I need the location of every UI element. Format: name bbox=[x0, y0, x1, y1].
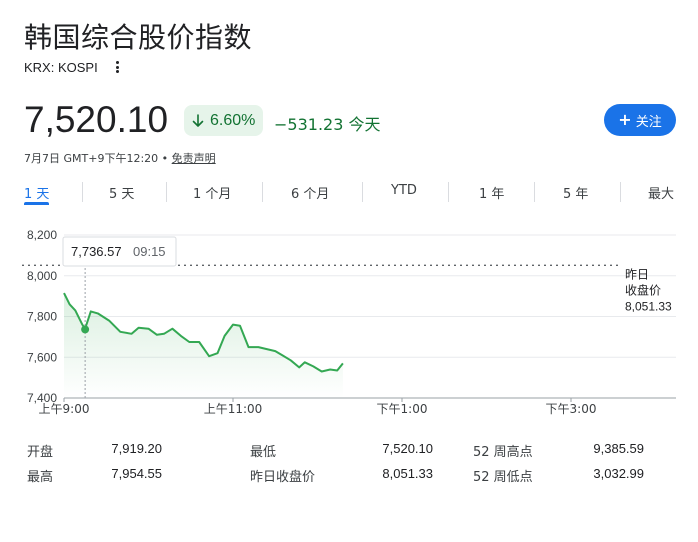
tab-divider bbox=[362, 182, 363, 202]
stat-value: 8,051.33 bbox=[382, 466, 433, 481]
tab-1d[interactable]: 1 天 bbox=[24, 183, 49, 202]
current-price: 7,520.10 bbox=[24, 99, 169, 140]
stat-52w-low: 52 周低点 3,032.99 bbox=[473, 466, 644, 486]
stat-value: 7,520.10 bbox=[382, 441, 433, 456]
range-tabs: 1 天 5 天 1 个月 6 个月 YTD 1 年 5 年 最大 bbox=[24, 180, 678, 208]
stat-value: 7,954.55 bbox=[111, 466, 162, 481]
ticker-symbol: KRX: KOSPI bbox=[24, 59, 98, 75]
hover-point bbox=[81, 325, 90, 334]
stat-open: 开盘 7,919.20 bbox=[27, 441, 162, 461]
stat-52w-high: 52 周高点 9,385.59 bbox=[473, 441, 644, 461]
tab-divider bbox=[448, 182, 449, 202]
previous-close-label: 昨日 bbox=[625, 267, 649, 281]
x-tick-label: 上午11:00 bbox=[204, 402, 263, 416]
series-area bbox=[64, 293, 343, 398]
tab-divider bbox=[620, 182, 621, 202]
stat-label: 最高 bbox=[27, 470, 54, 485]
y-tick-label: 8,000 bbox=[27, 269, 57, 283]
meta-separator: • bbox=[161, 152, 169, 165]
stat-low: 最低 7,520.10 bbox=[250, 441, 433, 461]
follow-button-label: 关注 bbox=[635, 114, 662, 130]
tab-5y[interactable]: 5 年 bbox=[563, 183, 588, 202]
timestamp: 7月7日 GMT+9下午12:20 bbox=[24, 152, 159, 165]
stat-value: 9,385.59 bbox=[593, 441, 644, 456]
stat-value: 7,919.20 bbox=[111, 441, 162, 456]
arrow-down-icon bbox=[192, 113, 204, 127]
change-percent: 6.60% bbox=[210, 111, 256, 129]
disclaimer-link[interactable]: 免责声明 bbox=[172, 152, 216, 165]
follow-button[interactable]: + 关注 bbox=[604, 104, 676, 136]
more-vert-icon[interactable] bbox=[112, 59, 124, 75]
x-tick-label: 上午9:00 bbox=[39, 402, 90, 416]
x-tick-label: 下午3:00 bbox=[546, 402, 597, 416]
stat-label: 开盘 bbox=[27, 445, 54, 460]
ticker-row: KRX: KOSPI bbox=[24, 59, 124, 75]
tab-max[interactable]: 最大 bbox=[648, 183, 674, 202]
y-tick-label: 7,600 bbox=[27, 350, 57, 364]
tooltip-time: 09:15 bbox=[133, 244, 166, 259]
y-tick-label: 8,200 bbox=[27, 228, 57, 242]
y-tick-label: 7,800 bbox=[27, 310, 57, 324]
tab-ytd[interactable]: YTD bbox=[391, 183, 417, 198]
stat-label: 昨日收盘价 bbox=[250, 470, 316, 485]
previous-close-value: 8,051.33 bbox=[625, 299, 672, 313]
tab-6m[interactable]: 6 个月 bbox=[291, 183, 329, 202]
previous-close-label: 收盘价 bbox=[625, 282, 661, 297]
tab-divider bbox=[534, 182, 535, 202]
stat-high: 最高 7,954.55 bbox=[27, 466, 162, 486]
quote-meta: 7月7日 GMT+9下午12:20 • 免责声明 bbox=[24, 150, 216, 166]
stat-label: 52 周低点 bbox=[473, 470, 533, 485]
tab-divider bbox=[166, 182, 167, 202]
x-tick-label: 下午1:00 bbox=[377, 402, 428, 416]
tooltip-value: 7,736.57 bbox=[71, 244, 122, 259]
tab-1m[interactable]: 1 个月 bbox=[193, 183, 231, 202]
tab-5d[interactable]: 5 天 bbox=[109, 183, 134, 202]
stat-label: 最低 bbox=[250, 445, 277, 460]
stat-prev-close: 昨日收盘价 8,051.33 bbox=[250, 466, 433, 486]
price-chart[interactable]: 8,2008,0007,8007,6007,400上午9:00 上午11:00 下午… bbox=[0, 220, 698, 420]
stat-value: 3,032.99 bbox=[593, 466, 644, 481]
plus-icon: + bbox=[618, 110, 632, 129]
change-absolute: −531.23 今天 bbox=[274, 115, 381, 134]
active-tab-indicator bbox=[24, 202, 49, 205]
tab-divider bbox=[82, 182, 83, 202]
change-percent-badge: 6.60% bbox=[184, 105, 264, 136]
tab-1y[interactable]: 1 年 bbox=[479, 183, 504, 202]
page-title: 韩国综合股价指数 bbox=[24, 21, 253, 54]
stat-label: 52 周高点 bbox=[473, 445, 533, 460]
tab-divider bbox=[262, 182, 263, 202]
